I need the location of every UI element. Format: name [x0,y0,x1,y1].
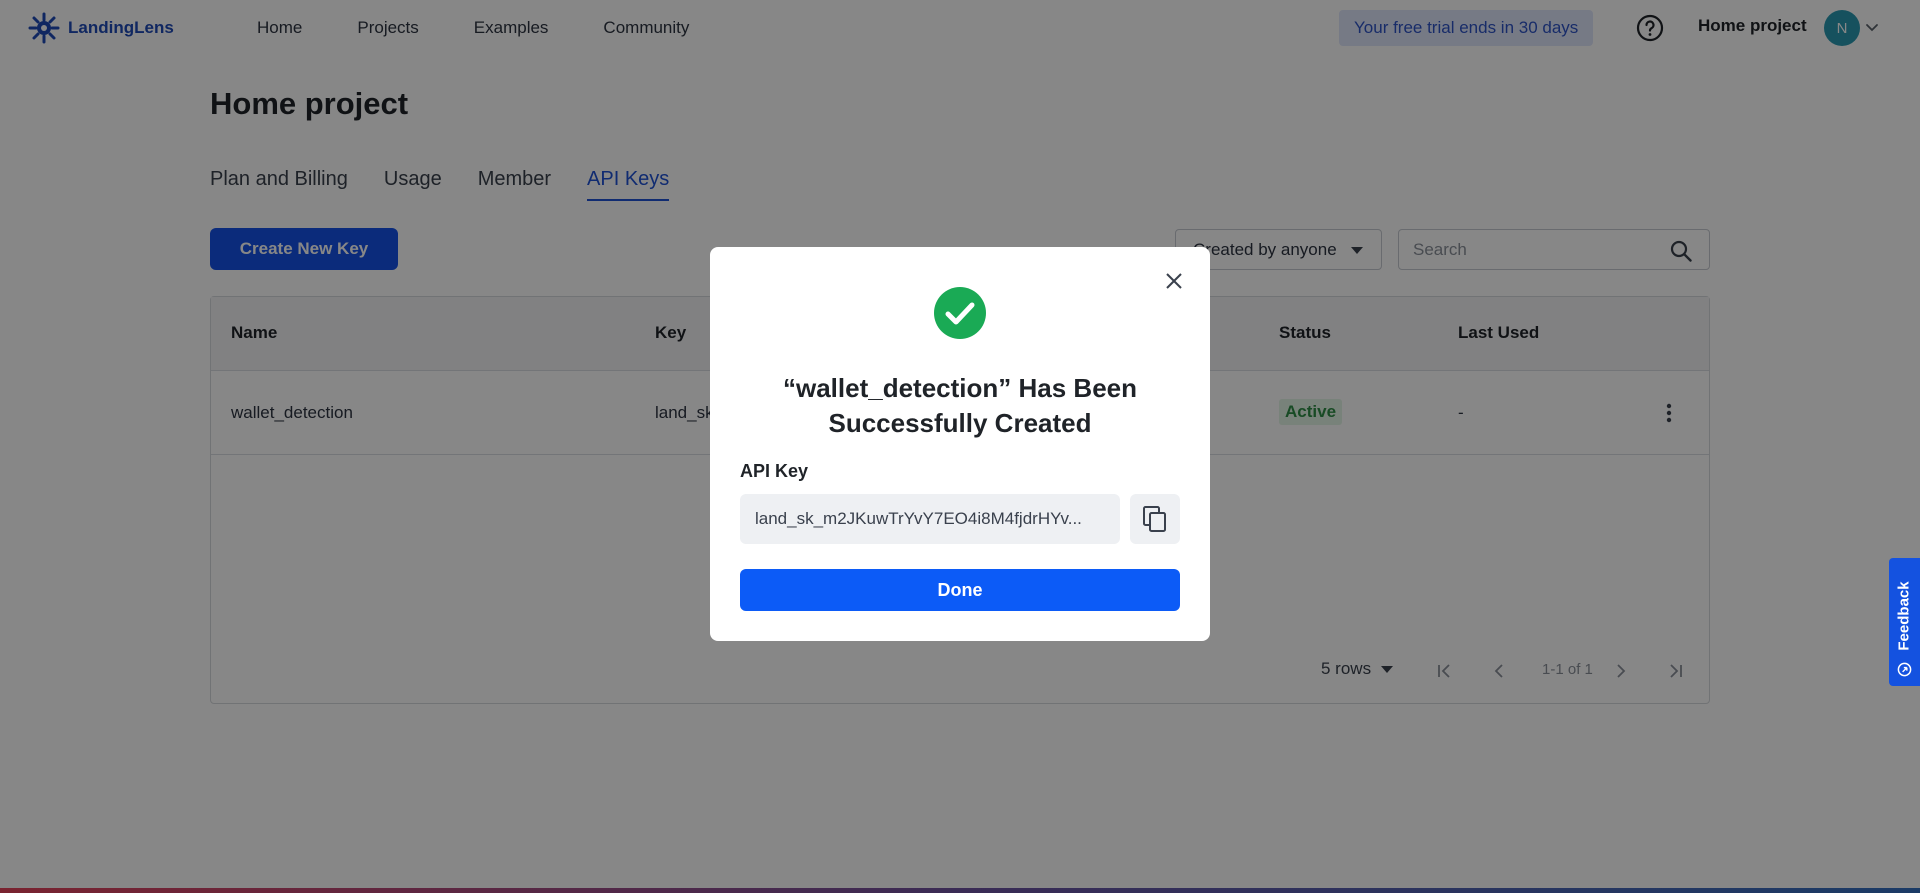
api-key-label: API Key [740,461,809,481]
copy-button[interactable] [1130,494,1180,544]
bottom-accent-bar [0,888,1920,893]
success-check-icon [934,287,986,339]
done-button[interactable]: Done [740,569,1180,611]
copy-icon [1143,506,1166,532]
feedback-label: Feedback [1895,581,1913,651]
api-key-value: land_sk_m2JKuwTrYvY7EO4i8M4fjdrHYv... [755,509,1082,528]
feedback-tab[interactable]: Feedback [1889,558,1920,686]
key-created-dialog: “wallet_detection” Has Been Successfully… [710,247,1210,641]
close-icon[interactable] [1163,270,1185,292]
feedback-icon [1897,662,1912,677]
dialog-title: “wallet_detection” Has Been Successfully… [783,373,1137,438]
api-key-field[interactable]: land_sk_m2JKuwTrYvY7EO4i8M4fjdrHYv... [740,494,1120,544]
